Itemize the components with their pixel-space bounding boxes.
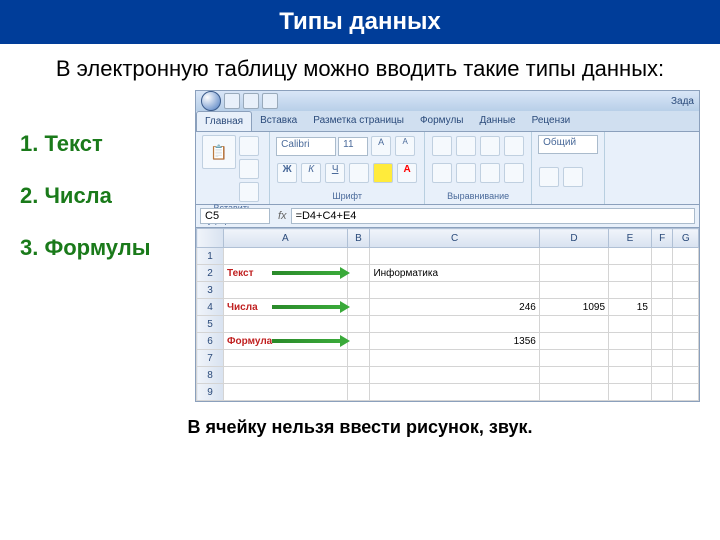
col-a[interactable]: A: [224, 229, 348, 248]
item-3: 3. Формулы: [20, 235, 195, 261]
copy-icon[interactable]: [239, 159, 259, 179]
item-2: 2. Числа: [20, 183, 195, 209]
row-9[interactable]: 9: [197, 384, 224, 401]
item-1: 1. Текст: [20, 131, 195, 157]
col-b[interactable]: B: [347, 229, 370, 248]
wrap-text-icon[interactable]: [504, 136, 524, 156]
align-right-icon[interactable]: [480, 163, 500, 183]
row-6[interactable]: 6: [197, 333, 224, 350]
group-font: Calibri 11 A A Ж К Ч A Шрифт: [270, 132, 425, 204]
font-size-select[interactable]: 11: [338, 137, 368, 156]
row-1[interactable]: 1: [197, 248, 224, 265]
fx-icon[interactable]: fx: [274, 210, 291, 222]
merge-icon[interactable]: [504, 163, 524, 183]
group-clipboard: 📋 Вставить Буфер обмена: [196, 132, 270, 204]
row-8[interactable]: 8: [197, 367, 224, 384]
cell-a6[interactable]: Формула: [224, 333, 348, 350]
formula-bar-row: C5 fx =D4+C4+E4: [196, 205, 699, 228]
tab-home[interactable]: Главная: [196, 111, 252, 131]
cell-a4[interactable]: Числа: [224, 299, 348, 316]
tab-formulas[interactable]: Формулы: [412, 111, 472, 131]
ribbon: 📋 Вставить Буфер обмена Calibri 11 A A Ж…: [196, 132, 699, 205]
align-top-icon[interactable]: [432, 136, 452, 156]
group-alignment: Выравнивание: [425, 132, 532, 204]
col-f[interactable]: F: [651, 229, 673, 248]
tab-layout[interactable]: Разметка страницы: [305, 111, 412, 131]
bold-button[interactable]: Ж: [277, 163, 297, 183]
row-7[interactable]: 7: [197, 350, 224, 367]
font-name-select[interactable]: Calibri: [276, 137, 336, 156]
italic-button[interactable]: К: [301, 163, 321, 183]
increase-font-icon[interactable]: A: [371, 136, 391, 156]
percent-icon[interactable]: [563, 167, 583, 187]
currency-icon[interactable]: [539, 167, 559, 187]
name-box[interactable]: C5: [200, 208, 270, 224]
qat-redo-icon[interactable]: [262, 93, 278, 109]
row-5[interactable]: 5: [197, 316, 224, 333]
format-painter-icon[interactable]: [239, 182, 259, 202]
qat-save-icon[interactable]: [224, 93, 240, 109]
office-orb-icon[interactable]: [201, 91, 221, 111]
cell-d4[interactable]: 1095: [539, 299, 608, 316]
cell-grid[interactable]: A B C D E F G 1 2Текст Информатика 3 4Чис…: [196, 228, 699, 401]
align-center-icon[interactable]: [456, 163, 476, 183]
font-color-icon[interactable]: A: [397, 163, 417, 183]
align-group-label: Выравнивание: [431, 191, 525, 201]
cell-a2[interactable]: Текст: [224, 265, 348, 282]
col-e[interactable]: E: [609, 229, 652, 248]
align-bottom-icon[interactable]: [480, 136, 500, 156]
cell-c4[interactable]: 246: [370, 299, 539, 316]
row-3[interactable]: 3: [197, 282, 224, 299]
paste-button[interactable]: 📋: [202, 135, 236, 169]
font-group-label: Шрифт: [276, 191, 418, 201]
row-4[interactable]: 4: [197, 299, 224, 316]
tab-data[interactable]: Данные: [471, 111, 523, 131]
title-partial: Зада: [671, 96, 694, 107]
cell-c2[interactable]: Информатика: [370, 265, 539, 282]
cut-icon[interactable]: [239, 136, 259, 156]
qat-undo-icon[interactable]: [243, 93, 259, 109]
content: 1. Текст 2. Числа 3. Формулы Зада Главна…: [0, 90, 720, 402]
excel-titlebar: Зада: [196, 91, 699, 111]
decrease-font-icon[interactable]: A: [395, 136, 415, 156]
select-all[interactable]: [197, 229, 224, 248]
subtitle: В электронную таблицу можно вводить таки…: [0, 44, 720, 90]
col-d[interactable]: D: [539, 229, 608, 248]
formula-bar[interactable]: =D4+C4+E4: [291, 208, 695, 224]
ribbon-tabs: Главная Вставка Разметка страницы Формул…: [196, 111, 699, 132]
align-left-icon[interactable]: [432, 163, 452, 183]
align-middle-icon[interactable]: [456, 136, 476, 156]
border-icon[interactable]: [349, 163, 369, 183]
row-2[interactable]: 2: [197, 265, 224, 282]
number-format-select[interactable]: Общий: [538, 135, 598, 154]
title: Типы данных: [279, 8, 441, 35]
cell-e4[interactable]: 15: [609, 299, 652, 316]
col-g[interactable]: G: [673, 229, 699, 248]
fill-color-icon[interactable]: [373, 163, 393, 183]
group-number: Общий: [532, 132, 605, 204]
tab-insert[interactable]: Вставка: [252, 111, 305, 131]
excel-screenshot: Зада Главная Вставка Разметка страницы Ф…: [195, 90, 700, 402]
footer-note: В ячейку нельзя ввести рисунок, звук.: [0, 402, 720, 453]
underline-button[interactable]: Ч: [325, 163, 345, 183]
tab-review[interactable]: Рецензи: [524, 111, 579, 131]
left-column: 1. Текст 2. Числа 3. Формулы: [20, 90, 195, 402]
cell-c6[interactable]: 1356: [370, 333, 539, 350]
title-bar: Типы данных: [0, 0, 720, 44]
col-c[interactable]: C: [370, 229, 539, 248]
